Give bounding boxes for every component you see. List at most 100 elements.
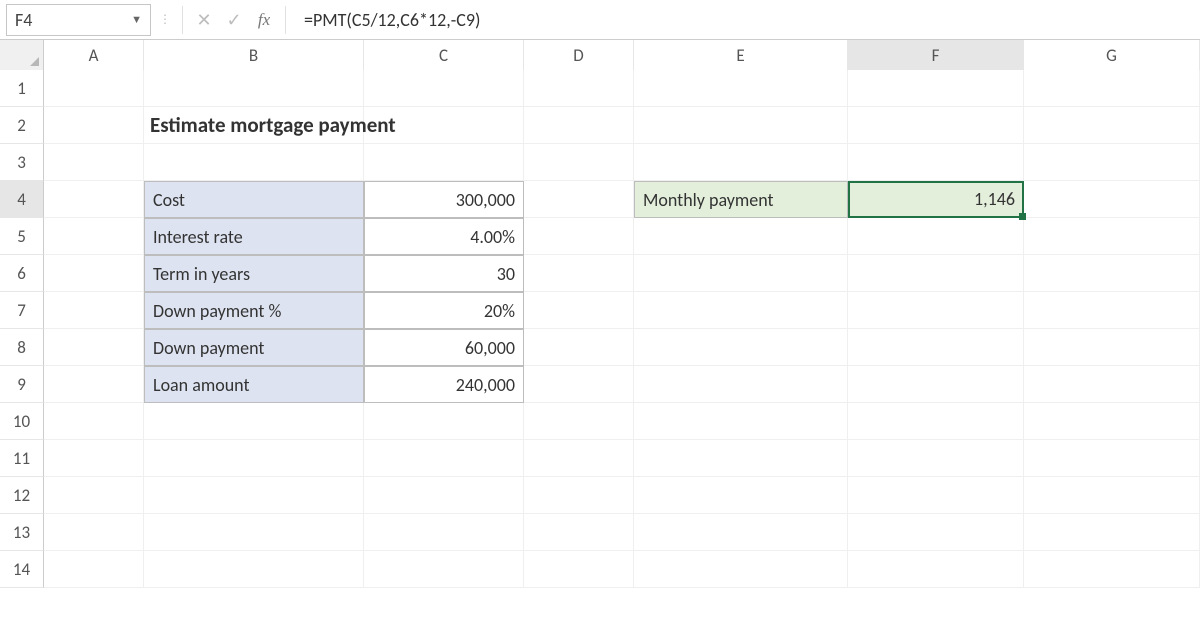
cell[interactable] (364, 551, 524, 588)
cell-label[interactable]: Interest rate (144, 218, 364, 255)
cell[interactable] (634, 440, 848, 477)
cell[interactable] (44, 403, 144, 440)
cell-value[interactable]: 20% (364, 292, 524, 329)
cell-label[interactable]: Down payment (144, 329, 364, 366)
cell[interactable] (848, 292, 1024, 329)
row-header-7[interactable]: 7 (0, 292, 44, 329)
row-header-3[interactable]: 3 (0, 144, 44, 181)
cell[interactable] (1024, 181, 1200, 218)
cell-value[interactable]: 60,000 (364, 329, 524, 366)
col-header-g[interactable]: G (1024, 40, 1200, 70)
cell[interactable] (1024, 107, 1200, 144)
cell[interactable] (634, 292, 848, 329)
cell[interactable] (144, 551, 364, 588)
cell[interactable] (848, 440, 1024, 477)
cell-result-value[interactable]: 1,146 (848, 181, 1024, 218)
cell[interactable] (634, 255, 848, 292)
cell[interactable] (524, 366, 634, 403)
confirm-formula-button[interactable]: ✓ (219, 5, 249, 35)
cell[interactable] (848, 366, 1024, 403)
cell[interactable] (524, 218, 634, 255)
cell[interactable] (848, 255, 1024, 292)
cell-label[interactable]: Loan amount (144, 366, 364, 403)
cell-value[interactable]: 300,000 (364, 181, 524, 218)
cell-value[interactable]: 4.00% (364, 218, 524, 255)
cell[interactable] (634, 403, 848, 440)
cell[interactable] (524, 551, 634, 588)
cell[interactable] (848, 70, 1024, 107)
row-header-14[interactable]: 14 (0, 551, 44, 588)
cell[interactable] (524, 403, 634, 440)
cell[interactable] (524, 292, 634, 329)
cell-value[interactable]: 240,000 (364, 366, 524, 403)
cell[interactable] (1024, 477, 1200, 514)
row-header-6[interactable]: 6 (0, 255, 44, 292)
col-header-d[interactable]: D (524, 40, 634, 70)
cell[interactable] (44, 181, 144, 218)
cell[interactable] (848, 329, 1024, 366)
cell[interactable] (1024, 514, 1200, 551)
cell[interactable] (848, 403, 1024, 440)
cell[interactable] (524, 70, 634, 107)
cell[interactable] (144, 144, 364, 181)
cell[interactable] (1024, 403, 1200, 440)
cell[interactable] (44, 70, 144, 107)
col-header-c[interactable]: C (364, 40, 524, 70)
cell[interactable] (1024, 440, 1200, 477)
cell[interactable] (1024, 255, 1200, 292)
cell-value[interactable]: 30 (364, 255, 524, 292)
cell[interactable] (364, 403, 524, 440)
cell[interactable] (1024, 292, 1200, 329)
cell[interactable] (524, 514, 634, 551)
cell[interactable] (144, 70, 364, 107)
cell[interactable] (1024, 218, 1200, 255)
cell-label[interactable]: Term in years (144, 255, 364, 292)
cell[interactable] (364, 477, 524, 514)
cell[interactable] (1024, 551, 1200, 588)
row-header-11[interactable]: 11 (0, 440, 44, 477)
col-header-b[interactable]: B (144, 40, 364, 70)
cell[interactable] (1024, 366, 1200, 403)
cell[interactable] (44, 366, 144, 403)
cell[interactable] (1024, 70, 1200, 107)
row-header-1[interactable]: 1 (0, 70, 44, 107)
row-header-13[interactable]: 13 (0, 514, 44, 551)
cancel-formula-button[interactable]: ✕ (189, 5, 219, 35)
cell-label[interactable]: Down payment % (144, 292, 364, 329)
row-header-12[interactable]: 12 (0, 477, 44, 514)
cell[interactable] (144, 403, 364, 440)
cell[interactable] (1024, 144, 1200, 181)
cell[interactable] (848, 551, 1024, 588)
cell[interactable] (634, 144, 848, 181)
cell[interactable] (524, 329, 634, 366)
cell[interactable] (364, 514, 524, 551)
cell[interactable] (524, 440, 634, 477)
cell[interactable] (634, 218, 848, 255)
row-header-10[interactable]: 10 (0, 403, 44, 440)
cell[interactable] (848, 218, 1024, 255)
cell[interactable] (144, 477, 364, 514)
row-header-5[interactable]: 5 (0, 218, 44, 255)
cell-title[interactable]: Estimate mortgage payment (144, 107, 364, 144)
cell[interactable] (44, 107, 144, 144)
name-box[interactable]: F4 ▼ (6, 4, 151, 36)
cell[interactable] (364, 144, 524, 181)
select-all-corner[interactable] (0, 40, 44, 70)
cell[interactable] (44, 255, 144, 292)
cell[interactable] (44, 218, 144, 255)
name-box-dropdown-icon[interactable]: ▼ (131, 13, 142, 26)
cell[interactable] (1024, 329, 1200, 366)
fx-button[interactable]: fx (249, 5, 279, 35)
cell[interactable] (848, 477, 1024, 514)
col-header-e[interactable]: E (634, 40, 848, 70)
cell[interactable] (44, 551, 144, 588)
cell[interactable] (634, 70, 848, 107)
cell[interactable] (364, 70, 524, 107)
row-header-4[interactable]: 4 (0, 181, 44, 218)
cell[interactable] (144, 440, 364, 477)
cell[interactable] (634, 551, 848, 588)
cell[interactable] (44, 477, 144, 514)
cell[interactable] (634, 329, 848, 366)
cell[interactable] (44, 144, 144, 181)
cell[interactable] (364, 440, 524, 477)
